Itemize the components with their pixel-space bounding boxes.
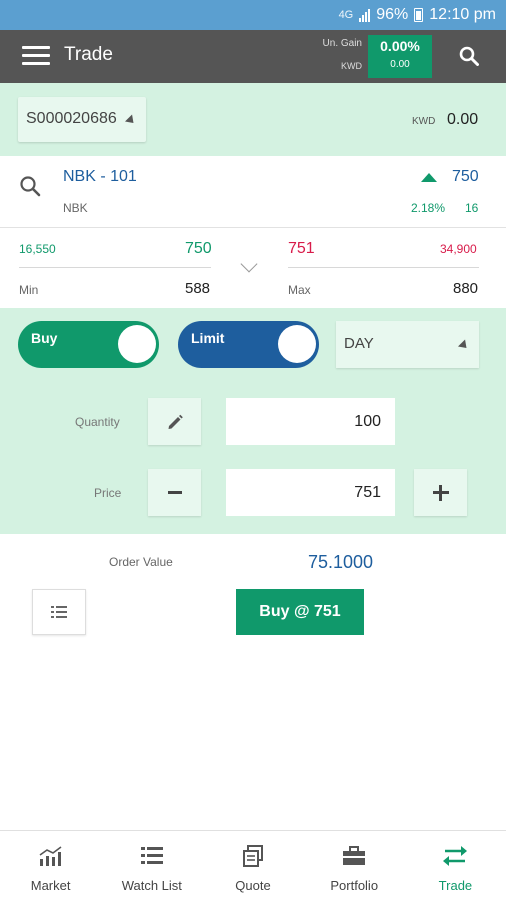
search-icon[interactable] (459, 46, 479, 66)
dropdown-arrow-icon (457, 339, 471, 352)
divider (19, 267, 211, 268)
change-value: 16 (465, 201, 479, 215)
market-depth: 16,550 750 751 34,900 Min 588 Max 880 (0, 228, 506, 308)
increase-price-button[interactable] (414, 469, 467, 516)
page-title: Trade (64, 44, 113, 65)
bid-price: 750 (185, 240, 212, 257)
battery-icon (414, 8, 424, 22)
gain-percent: 0.00% (380, 38, 420, 54)
submit-buy-button[interactable]: Buy @ 751 (236, 589, 364, 635)
portfolio-briefcase-icon (343, 846, 366, 865)
unrealized-gain-badge: 0.00% 0.00 (368, 35, 432, 78)
side-label: Buy (31, 330, 58, 346)
quote-icon (243, 845, 263, 867)
nav-item-quote[interactable]: Quote (202, 831, 303, 900)
nav-item-watch-list[interactable]: Watch List (101, 831, 202, 900)
account-dropdown[interactable]: S000020686 (18, 97, 146, 142)
symbol-name[interactable]: NBK - 101 (63, 168, 137, 186)
bid-quantity: 16,550 (19, 242, 56, 256)
divider (288, 267, 479, 268)
expand-chevron-icon[interactable] (240, 255, 258, 273)
last-price: 750 (452, 168, 479, 185)
validity-dropdown[interactable]: DAY (336, 321, 479, 368)
account-id: S000020686 (26, 110, 117, 127)
nav-label: Quote (235, 878, 271, 893)
dropdown-arrow-icon (124, 114, 138, 127)
symbol-search-icon[interactable] (19, 175, 41, 197)
nav-label: Trade (438, 878, 473, 893)
order-list-button[interactable] (32, 589, 86, 635)
nav-label: Watch List (121, 878, 182, 893)
price-input[interactable] (226, 469, 395, 516)
trend-up-icon (421, 173, 437, 182)
gain-value: 0.00 (390, 59, 410, 70)
nav-label: Market (30, 878, 71, 893)
market-chart-icon (39, 846, 62, 866)
signal-icon (359, 8, 371, 22)
order-value: 75.1000 (308, 552, 374, 572)
nav-item-trade[interactable]: Trade (405, 831, 506, 900)
min-value: 588 (185, 280, 211, 297)
edit-quantity-button[interactable] (148, 398, 201, 445)
max-label: Max (288, 283, 311, 297)
validity-value: DAY (344, 335, 374, 352)
change-percent: 2.18% (411, 201, 446, 215)
toggle-knob (278, 325, 316, 363)
account-currency: KWD (412, 116, 436, 127)
minus-icon (167, 491, 182, 494)
nav-item-market[interactable]: Market (0, 831, 101, 900)
account-row: S000020686 KWD 0.00 (0, 83, 506, 156)
hamburger-menu-icon[interactable] (22, 46, 50, 66)
quantity-label: Quantity (75, 415, 120, 429)
buy-sell-toggle[interactable]: Buy (18, 321, 159, 368)
unrealized-gain-label: Un. Gain (322, 38, 362, 49)
plus-icon (432, 484, 449, 501)
bottom-nav: Market Watch List Quote Portfolio Trade (0, 830, 506, 900)
ask-quantity: 34,900 (440, 242, 477, 256)
toggle-knob (118, 325, 156, 363)
symbol-header: NBK - 101 NBK 750 2.18% 16 (0, 156, 506, 228)
order-value-label: Order Value (109, 555, 173, 569)
order-type-toggle[interactable]: Limit (178, 321, 319, 368)
quantity-input[interactable] (226, 398, 395, 445)
clock: 12:10 pm (429, 6, 496, 23)
battery-percent: 96% (376, 6, 409, 23)
list-icon (51, 606, 67, 618)
order-type-label: Limit (191, 330, 225, 346)
account-balance: 0.00 (447, 111, 479, 128)
max-value: 880 (453, 280, 479, 297)
pencil-icon (168, 414, 183, 429)
trade-arrows-icon (443, 846, 468, 866)
network-type: 4G (338, 9, 354, 21)
min-label: Min (19, 283, 39, 297)
decrease-price-button[interactable] (148, 469, 201, 516)
order-form: Buy Limit DAY Quantity Price (0, 308, 506, 534)
nav-item-portfolio[interactable]: Portfolio (304, 831, 405, 900)
watch-list-icon (140, 847, 163, 864)
ask-price: 751 (288, 240, 315, 257)
nav-label: Portfolio (330, 878, 379, 893)
app-bar: Trade Un. Gain KWD 0.00% 0.00 (0, 30, 506, 83)
price-label: Price (94, 486, 122, 500)
symbol-short-name: NBK (63, 201, 88, 215)
status-bar: 4G 96% 12:10 pm (0, 0, 506, 30)
gain-currency-label: KWD (341, 61, 362, 71)
